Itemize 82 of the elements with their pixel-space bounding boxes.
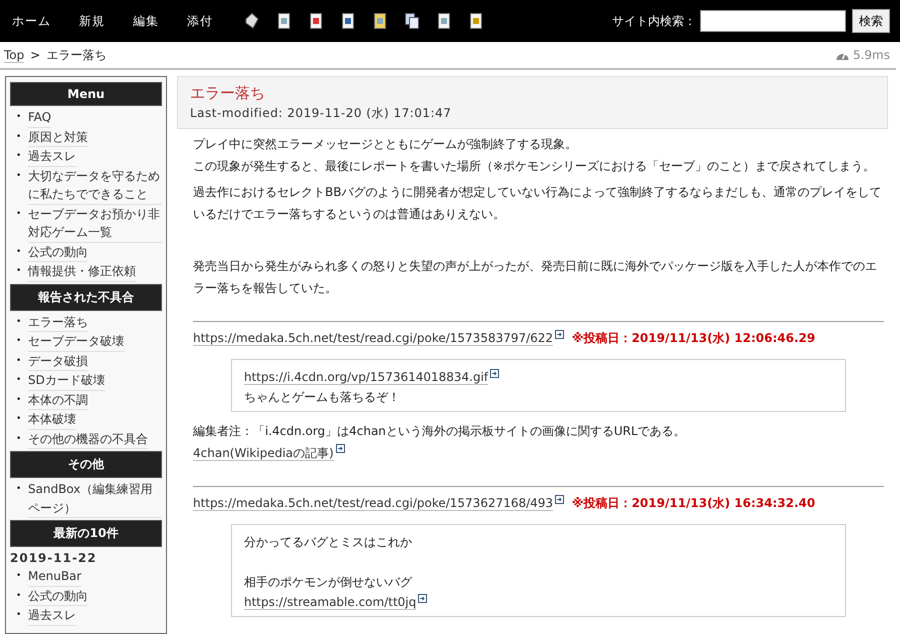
- bullet: •: [16, 208, 22, 220]
- sidebar-link[interactable]: 過去スレ: [28, 147, 76, 166]
- sidebar-link[interactable]: その他の機器の不具合: [28, 430, 148, 449]
- sidebar-link[interactable]: 公式の動向: [28, 242, 88, 262]
- sidebar-heading: 報告された不具合: [10, 284, 162, 310]
- sidebar-link[interactable]: セーブデータ破壊: [28, 332, 124, 352]
- bullet: •: [16, 374, 22, 387]
- search-field[interactable]: [700, 10, 846, 32]
- date-heading: 2019-11-22: [10, 551, 98, 565]
- breadcrumb-separator: >: [30, 48, 40, 62]
- post-link[interactable]: https://medaka.5ch.net/test/read.cgi/poke/1573627168/493: [193, 496, 554, 511]
- render-time: 5.9ms: [852, 48, 890, 62]
- breadcrumb-current: エラー落ち: [46, 46, 106, 64]
- document-icon[interactable]: [309, 13, 323, 29]
- last-modified: Last-modified: 2019-11-20 (水) 17:01:47: [190, 105, 452, 122]
- bullet: •: [16, 316, 22, 328]
- bullet: •: [16, 394, 22, 406]
- bullet: •: [16, 432, 22, 446]
- breadcrumb-link[interactable]: Top: [4, 48, 24, 62]
- quote-text: 相手のポケモンが倒せないバグ: [244, 575, 412, 589]
- bullet: •: [16, 590, 22, 602]
- tag-icon[interactable]: [245, 13, 259, 29]
- external-link-icon: [555, 330, 564, 339]
- sidebar-link[interactable]: SandBox（編集練習用ページ）: [28, 480, 162, 518]
- bullet: •: [16, 246, 22, 258]
- bullet: •: [16, 130, 22, 144]
- sidebar-heading: 最新の10件: [10, 520, 162, 547]
- bullet: •: [16, 483, 22, 496]
- document-icon[interactable]: [277, 13, 291, 29]
- sidebar-link[interactable]: MenuBar: [28, 567, 82, 586]
- nav-link[interactable]: ホーム: [12, 12, 51, 30]
- quote-text: 分かってるバグとミスはこれか: [244, 535, 412, 549]
- bullet: •: [16, 170, 22, 182]
- bullet: •: [16, 265, 22, 278]
- bullet: •: [16, 570, 22, 583]
- quote-link[interactable]: https://streamable.com/tt0jq: [244, 595, 416, 610]
- sidebar-link[interactable]: セーブデータお預かり非対応ゲーム一覧: [28, 204, 162, 242]
- sidebar-heading: Menu: [10, 82, 162, 106]
- editor-note: 編集者注：「i.4cdn.org」は4chanという海外の掲示板サイトの画像に関するURLである。: [193, 424, 686, 438]
- bullet: •: [16, 354, 22, 368]
- external-link-icon: [555, 495, 564, 504]
- nav-link[interactable]: 新規: [79, 12, 105, 30]
- external-link-icon: [490, 369, 500, 378]
- nav-link[interactable]: 編集: [133, 12, 159, 30]
- document-icon[interactable]: [469, 13, 483, 29]
- sidebar-link[interactable]: エラー落ち: [28, 312, 88, 332]
- paragraph: 発売当日から発生がみられ多くの怒りと失望の声が上がったが、発売日前に既に海外でパッケージ版を入手した人が本作でのエラー落ちを報告していた。: [193, 258, 878, 297]
- bullet: •: [16, 111, 22, 124]
- bullet: •: [16, 609, 22, 622]
- sidebar-heading: その他: [10, 451, 162, 478]
- sidebar-link[interactable]: 大切なデータを守るために私たちでできること: [28, 166, 162, 204]
- quote-text: ちゃんとゲームも落ちるぞ！: [244, 390, 400, 404]
- sidebar-link[interactable]: 公式の動向: [28, 586, 88, 606]
- bullet: •: [16, 150, 22, 163]
- sidebar-link[interactable]: データ破損: [28, 352, 88, 371]
- nav-link[interactable]: 添付: [187, 12, 213, 30]
- sidebar-link[interactable]: 本体破壊: [28, 410, 76, 430]
- note-link[interactable]: 4chan(Wikipediaの記事): [193, 446, 334, 461]
- sidebar-link[interactable]: 過去スレ: [28, 606, 76, 626]
- page-title: エラー落ち: [190, 84, 266, 103]
- bullet: •: [16, 335, 22, 348]
- post-link[interactable]: https://medaka.5ch.net/test/read.cgi/poke/1573583797/622: [193, 331, 554, 346]
- sidebar-link[interactable]: 本体の不調: [28, 390, 88, 410]
- document-icon[interactable]: [341, 13, 355, 29]
- external-link-icon: [336, 444, 345, 453]
- document-icon[interactable]: [437, 13, 451, 29]
- search-label: サイト内検索：: [612, 12, 696, 30]
- external-link-icon: [418, 594, 428, 603]
- locked-document-icon[interactable]: [373, 13, 387, 29]
- search-button[interactable]: 検索: [852, 9, 890, 33]
- paragraph: 過去作におけるセレクトBBバグのように開発者が想定していない行為によって強制終了するならまだしも、通常のプレイをしているだけでエラー落ちするというのは普通はありえない。: [193, 184, 882, 223]
- paragraph: この現象が発生すると、最後にレポートを書いた場所（※ポケモンシリーズにおける「セーブ」のこと）まで戻されてしまう。: [193, 158, 876, 175]
- quote-link[interactable]: https://i.4cdn.org/vp/1573614018834.gif: [244, 370, 488, 385]
- sidebar-link[interactable]: 情報提供・修正依頼: [28, 262, 136, 282]
- post-date: ※投稿日：2019/11/13(水) 16:34:32.40: [572, 496, 816, 510]
- paragraph: プレイ中に突然エラーメッセージとともにゲームが強制終了する現象。: [193, 136, 578, 153]
- copy-documents-icon[interactable]: [405, 13, 419, 29]
- sidebar-link[interactable]: SDカード破壊: [28, 371, 105, 390]
- post-date: ※投稿日：2019/11/13(水) 12:06:46.29: [572, 331, 816, 345]
- sidebar-link[interactable]: FAQ: [28, 108, 52, 128]
- bullet: •: [16, 413, 22, 426]
- sidebar-link[interactable]: 原因と対策: [28, 128, 88, 147]
